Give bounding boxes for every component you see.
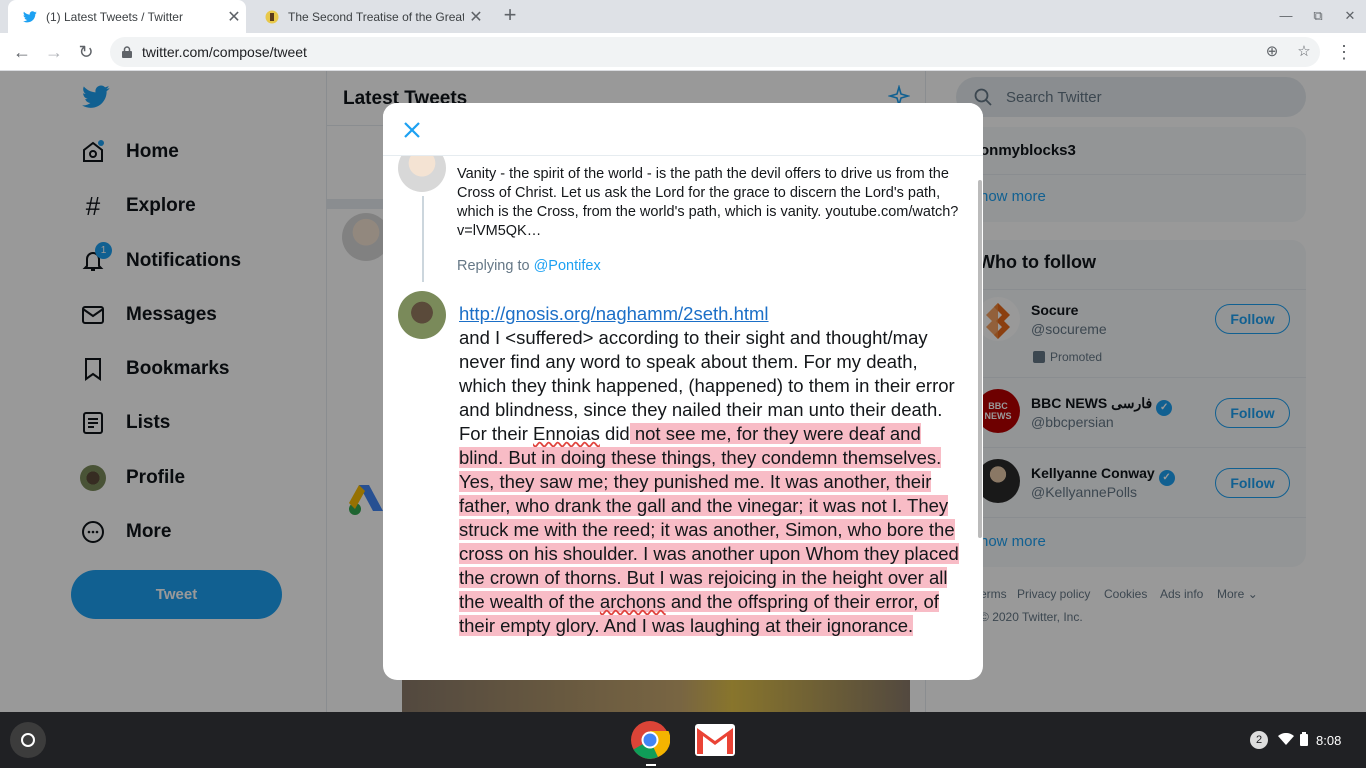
twitter-favicon-icon	[22, 9, 38, 25]
compose-link[interactable]: http://gnosis.org/naghamm/2seth.html	[459, 303, 769, 324]
lock-icon	[122, 45, 132, 58]
original-tweet-text: Vanity - the spirit of the world - is th…	[457, 166, 959, 239]
wifi-icon	[1278, 732, 1294, 748]
add-icon[interactable]: ⊕	[1263, 43, 1281, 61]
reload-icon[interactable]: ↻	[74, 40, 98, 64]
close-window-icon[interactable]: ✕	[1340, 6, 1360, 26]
replying-prefix: Replying to	[457, 258, 530, 274]
compose-textarea[interactable]: http://gnosis.org/naghamm/2seth.html and …	[459, 302, 969, 638]
replying-handle-link[interactable]: @Pontifex	[534, 258, 601, 274]
dialog-body: Vanity - the spirit of the world - is th…	[383, 156, 983, 680]
menu-kebab-icon[interactable]: ⋮	[1332, 40, 1356, 64]
minimize-icon[interactable]: —	[1276, 6, 1296, 26]
avatar[interactable]	[398, 156, 446, 192]
address-bar[interactable]: twitter.com/compose/tweet ⊕ ☆	[110, 37, 1320, 67]
tab-twitter[interactable]: (1) Latest Tweets / Twitter ✕	[8, 0, 246, 33]
tab-close-icon[interactable]: ✕	[222, 7, 246, 27]
system-tray[interactable]: 2 8:08	[1240, 722, 1358, 758]
tab-title: (1) Latest Tweets / Twitter	[46, 9, 183, 24]
os-shelf	[0, 712, 1366, 768]
dialog-scrollbar[interactable]	[978, 180, 982, 538]
compose-tweet-dialog: Vanity - the spirit of the world - is th…	[383, 103, 983, 680]
notification-count[interactable]: 2	[1250, 731, 1268, 749]
active-app-indicator	[646, 764, 656, 766]
new-tab-icon[interactable]: +	[498, 4, 522, 28]
tab-close-icon[interactable]: ✕	[464, 7, 488, 27]
avatar[interactable]	[398, 291, 446, 339]
replying-to: Replying to @Pontifex	[457, 258, 601, 274]
close-icon[interactable]	[399, 117, 425, 143]
dialog-header	[383, 103, 983, 156]
page-favicon-icon	[264, 9, 280, 25]
tab-strip: (1) Latest Tweets / Twitter ✕ The Second…	[0, 0, 1366, 33]
gmail-icon[interactable]	[695, 724, 735, 756]
chrome-icon[interactable]	[630, 720, 671, 760]
tab-treatise[interactable]: The Second Treatise of the Great ✕	[250, 0, 488, 33]
misspelled-word: Ennoias	[533, 423, 600, 444]
forward-icon[interactable]: →	[42, 40, 66, 64]
clock: 8:08	[1316, 732, 1342, 748]
launcher-icon[interactable]	[10, 722, 46, 758]
thread-connector	[422, 196, 424, 282]
back-icon[interactable]: ←	[10, 40, 34, 64]
over-limit-text: not see me, for they were deaf and blind…	[459, 423, 959, 612]
misspelled-word: archons	[599, 591, 666, 612]
battery-icon	[1300, 731, 1308, 749]
tab-title: The Second Treatise of the Great	[288, 9, 464, 24]
browser-toolbar: ← → ↻ twitter.com/compose/tweet ⊕ ☆ ⋮	[0, 33, 1366, 71]
compose-text: did	[599, 423, 630, 444]
url-text: twitter.com/compose/tweet	[142, 44, 307, 60]
bookmark-star-icon[interactable]: ☆	[1295, 43, 1313, 61]
restore-icon[interactable]: ⧉	[1308, 6, 1328, 26]
